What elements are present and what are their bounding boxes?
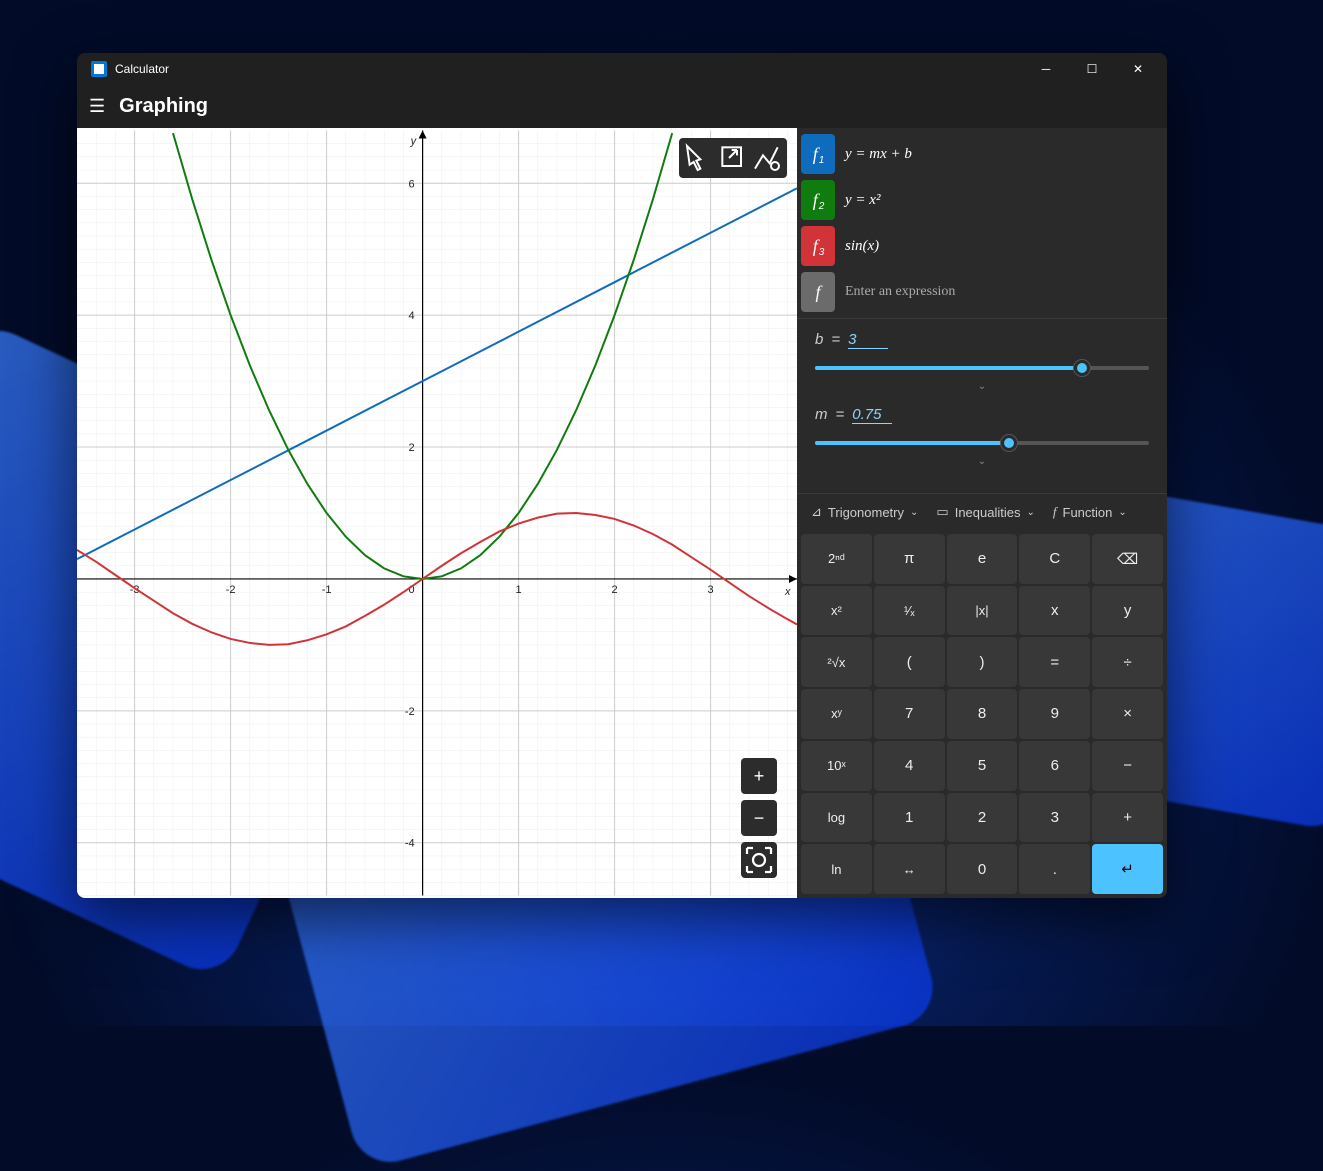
key-0[interactable]: 0 <box>947 844 1018 894</box>
param-value[interactable]: 3 <box>848 331 888 349</box>
app-header: ☰ Graphing <box>77 85 1167 128</box>
key-²√x[interactable]: ²√x <box>801 637 872 687</box>
svg-text:x: x <box>784 586 791 598</box>
equation-expr: sin(x) <box>845 238 879 255</box>
key-×[interactable]: × <box>1092 689 1163 739</box>
key-2ⁿᵈ[interactable]: 2ⁿᵈ <box>801 534 872 584</box>
equation-row[interactable]: f3 sin(x) <box>801 224 1163 268</box>
graph-area[interactable]: -3-2-1123-4-2246xy0 + − <box>77 128 797 898</box>
equation-expr: y = mx + b <box>845 146 912 163</box>
equation-expr: y = x² <box>845 192 880 209</box>
key-C[interactable]: C <box>1019 534 1090 584</box>
graph-toolbar <box>679 138 787 178</box>
param-name: b <box>815 331 823 348</box>
param-m-slider[interactable] <box>815 432 1149 452</box>
equation-list: f1 y = mx + b f2 y = x² f3 sin(x) f Enter an ex… <box>797 128 1167 318</box>
param-b: b = 3 ⌄ <box>815 331 1149 392</box>
menu-icon[interactable]: ☰ <box>89 96 105 117</box>
key-8[interactable]: 8 <box>947 689 1018 739</box>
maximize-button[interactable]: ☐ <box>1069 53 1115 85</box>
key-x²[interactable]: x² <box>801 586 872 636</box>
trace-icon[interactable] <box>683 142 715 174</box>
key-+[interactable]: + <box>1092 793 1163 843</box>
key-¹⁄ₓ[interactable]: ¹⁄ₓ <box>874 586 945 636</box>
zoom-controls: + − <box>741 758 777 878</box>
key-y[interactable]: y <box>1092 586 1163 636</box>
trig-dropdown[interactable]: ⊿Trigonometry⌄ <box>811 504 918 520</box>
svg-text:-4: -4 <box>405 838 415 850</box>
param-value[interactable]: 0.75 <box>852 406 892 424</box>
key-)[interactable]: ) <box>947 637 1018 687</box>
key-9[interactable]: 9 <box>1019 689 1090 739</box>
key-|x|[interactable]: |x| <box>947 586 1018 636</box>
svg-text:3: 3 <box>708 584 714 596</box>
svg-text:2: 2 <box>408 442 414 454</box>
equation-placeholder: Enter an expression <box>845 284 955 300</box>
key-10ˣ[interactable]: 10ˣ <box>801 741 872 791</box>
param-m: m = 0.75 ⌄ <box>815 406 1149 467</box>
equation-input-row[interactable]: f Enter an expression <box>801 270 1163 314</box>
keypad-toolbar: ⊿Trigonometry⌄ ▭Inequalities⌄ fFunction⌄ <box>797 493 1167 530</box>
expand-icon[interactable]: ⌄ <box>815 381 1149 392</box>
side-panel: f1y = mx + bf2y = x²f3sin(x)fEnter an ex… <box>797 128 1167 898</box>
svg-text:y: y <box>410 136 418 148</box>
key-x[interactable]: x <box>1019 586 1090 636</box>
share-icon[interactable] <box>717 142 749 174</box>
calculator-window: Calculator ─ ☐ ✕ ☰ Graphing -3-2-1123-4-… <box>77 53 1167 898</box>
svg-text:-2: -2 <box>226 584 236 596</box>
close-button[interactable]: ✕ <box>1115 53 1161 85</box>
func-dropdown[interactable]: fFunction⌄ <box>1053 504 1127 520</box>
equation-badge[interactable]: f3 <box>801 226 835 266</box>
keypad: 2ⁿᵈπeC⌫ x²¹⁄ₓ|x|xy ²√x()=÷ xʸ789× 10ˣ456− log… <box>797 530 1167 898</box>
svg-text:-1: -1 <box>322 584 332 596</box>
equation-badge[interactable]: f1 <box>801 134 835 174</box>
key-↵[interactable]: ↵ <box>1092 844 1163 894</box>
key-↔[interactable]: ↔ <box>874 844 945 894</box>
key-⌫[interactable]: ⌫ <box>1092 534 1163 584</box>
mode-title: Graphing <box>119 95 208 118</box>
key-5[interactable]: 5 <box>947 741 1018 791</box>
key-π[interactable]: π <box>874 534 945 584</box>
minimize-button[interactable]: ─ <box>1023 53 1069 85</box>
key-ln[interactable]: ln <box>801 844 872 894</box>
key-=[interactable]: = <box>1019 637 1090 687</box>
equation-badge[interactable]: f2 <box>801 180 835 220</box>
param-b-slider[interactable] <box>815 357 1149 377</box>
equation-row[interactable]: f1 y = mx + b <box>801 132 1163 176</box>
key-3[interactable]: 3 <box>1019 793 1090 843</box>
expand-icon[interactable]: ⌄ <box>815 456 1149 467</box>
ineq-dropdown[interactable]: ▭Inequalities⌄ <box>936 504 1034 520</box>
svg-text:6: 6 <box>408 178 414 190</box>
key-1[interactable]: 1 <box>874 793 945 843</box>
key-6[interactable]: 6 <box>1019 741 1090 791</box>
key-÷[interactable]: ÷ <box>1092 637 1163 687</box>
zoom-fit-button[interactable] <box>741 842 777 878</box>
titlebar: Calculator ─ ☐ ✕ <box>77 53 1167 85</box>
equation-row[interactable]: f2 y = x² <box>801 178 1163 222</box>
param-name: m <box>815 406 828 423</box>
params-panel: b = 3 ⌄ m = 0.75 <box>797 318 1167 493</box>
graph-options-icon[interactable] <box>751 142 783 174</box>
key-7[interactable]: 7 <box>874 689 945 739</box>
svg-text:2: 2 <box>612 584 618 596</box>
key-.[interactable]: . <box>1019 844 1090 894</box>
key-log[interactable]: log <box>801 793 872 843</box>
svg-text:4: 4 <box>408 310 414 322</box>
svg-text:-2: -2 <box>405 706 415 718</box>
window-title: Calculator <box>115 62 169 76</box>
key-([interactable]: ( <box>874 637 945 687</box>
key-2[interactable]: 2 <box>947 793 1018 843</box>
key-4[interactable]: 4 <box>874 741 945 791</box>
key-e[interactable]: e <box>947 534 1018 584</box>
key-−[interactable]: − <box>1092 741 1163 791</box>
zoom-in-button[interactable]: + <box>741 758 777 794</box>
svg-text:1: 1 <box>516 584 522 596</box>
key-xʸ[interactable]: xʸ <box>801 689 872 739</box>
app-icon <box>91 61 107 77</box>
zoom-out-button[interactable]: − <box>741 800 777 836</box>
equation-badge-empty: f <box>801 272 835 312</box>
